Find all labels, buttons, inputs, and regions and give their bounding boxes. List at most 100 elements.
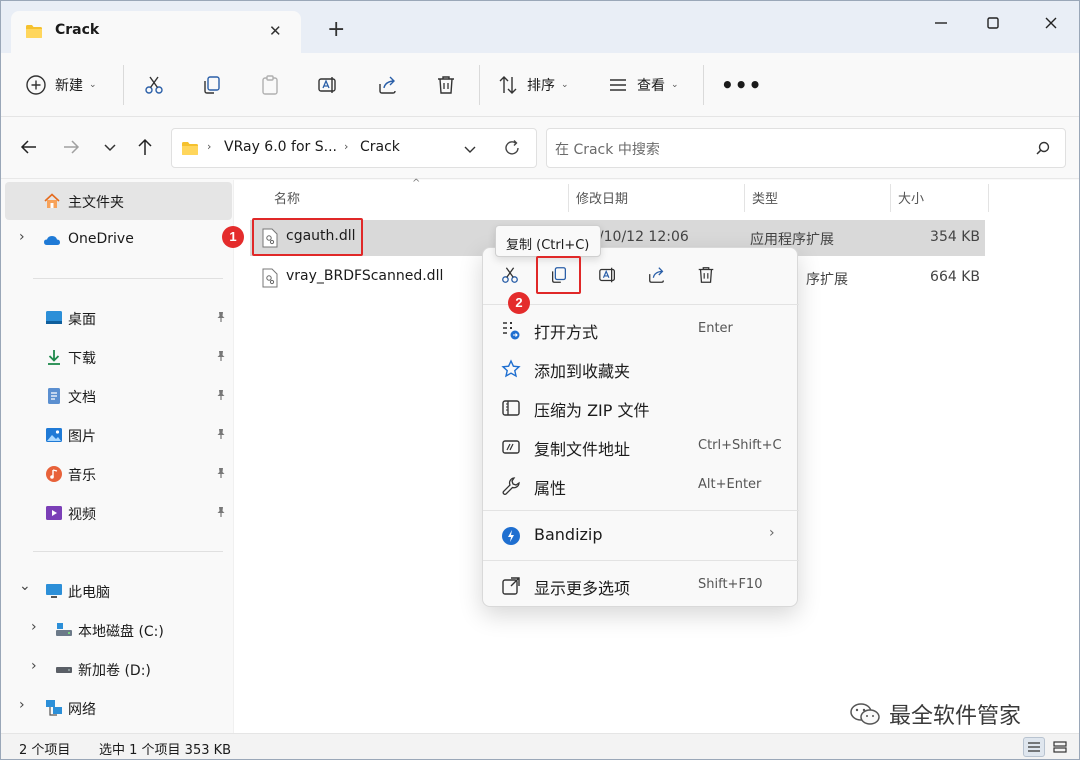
sidebar-label: 文档 (68, 390, 96, 406)
cut-button[interactable] (143, 71, 165, 99)
sidebar-item-drive-c[interactable]: › 本地磁盘 (C:) (1, 611, 233, 649)
chevron-right-icon: › (769, 525, 775, 541)
sort-button[interactable]: 排序 ⌄ (497, 71, 569, 99)
sidebar-item-pictures[interactable]: 图片 (1, 416, 233, 454)
chevron-right-icon[interactable]: › (19, 697, 25, 713)
new-button[interactable]: 新建 ⌄ (25, 71, 97, 99)
maximize-icon[interactable] (981, 11, 1005, 35)
paste-button[interactable] (259, 71, 281, 99)
more-options-button[interactable]: ••• (721, 71, 762, 99)
context-delete-button[interactable] (693, 262, 719, 288)
menu-item-show-more-options[interactable]: 显示更多选项 Shift+F10 (487, 566, 795, 604)
breadcrumb-vray[interactable]: VRay 6.0 for S... (224, 139, 337, 155)
sidebar-item-home[interactable]: 主文件夹 (5, 182, 232, 220)
tiles-view-button[interactable] (1049, 737, 1071, 757)
delete-button[interactable] (435, 71, 457, 99)
star-icon (501, 359, 521, 378)
sidebar-label: 本地磁盘 (C:) (78, 624, 164, 640)
search-box[interactable]: 在 Crack 中搜索 (546, 128, 1066, 168)
pin-icon[interactable] (215, 467, 227, 482)
forward-arrow-icon[interactable] (59, 135, 83, 159)
sidebar-item-onedrive[interactable]: › OneDrive (1, 221, 233, 259)
sidebar-item-desktop[interactable]: 桌面 (1, 299, 233, 337)
sidebar-item-drive-d[interactable]: › 新加卷 (D:) (1, 650, 233, 688)
sidebar-divider (33, 278, 223, 279)
context-rename-button[interactable] (595, 262, 621, 288)
toolbar-divider (703, 65, 704, 105)
minimize-icon[interactable] (929, 11, 953, 35)
address-bar[interactable]: › VRay 6.0 for S... › Crack (171, 128, 537, 168)
recent-locations-icon[interactable] (98, 135, 122, 159)
chevron-right-icon[interactable]: › (31, 619, 37, 635)
breadcrumb-crack[interactable]: Crack (360, 139, 400, 155)
menu-item-add-favorites[interactable]: 添加到收藏夹 (487, 349, 795, 387)
refresh-icon[interactable] (502, 138, 522, 158)
column-header-size[interactable]: 大小 (898, 188, 924, 207)
column-header-date[interactable]: 修改日期 (576, 188, 628, 207)
video-icon (46, 506, 62, 520)
chevron-down-icon[interactable]: ⌄ (19, 578, 31, 594)
sidebar-item-this-pc[interactable]: ⌄ 此电脑 (1, 572, 233, 610)
column-header-type[interactable]: 类型 (752, 188, 778, 207)
address-dropdown-icon[interactable] (462, 141, 478, 157)
context-share-button[interactable] (644, 262, 670, 288)
back-arrow-icon[interactable] (17, 135, 41, 159)
tab-title: Crack (55, 22, 100, 38)
chevron-right-icon[interactable]: › (19, 229, 25, 245)
folder-icon (182, 142, 198, 155)
tab-crack[interactable]: Crack ✕ (11, 11, 301, 53)
menu-item-open-with[interactable]: 打开方式 Enter (487, 310, 795, 348)
details-view-button[interactable] (1023, 737, 1045, 757)
chevron-down-icon: ⌄ (89, 80, 97, 90)
sidebar-item-downloads[interactable]: 下载 (1, 338, 233, 376)
sidebar-item-documents[interactable]: 文档 (1, 377, 233, 415)
sidebar-item-videos[interactable]: 视频 (1, 494, 233, 532)
network-icon (46, 700, 62, 716)
pin-icon[interactable] (215, 350, 227, 365)
search-input[interactable]: 在 Crack 中搜索 (555, 139, 660, 159)
menu-item-label: 复制文件地址 (534, 440, 631, 459)
menu-item-shortcut: Ctrl+Shift+C (698, 438, 782, 453)
rename-button[interactable] (317, 71, 339, 99)
menu-item-label: Bandizip (534, 525, 603, 544)
sidebar-divider (33, 551, 223, 552)
zip-icon (502, 400, 520, 416)
open-with-icon (503, 322, 520, 340)
view-button[interactable]: 查看 ⌄ (607, 71, 679, 99)
sidebar-label: 主文件夹 (68, 195, 124, 211)
column-divider[interactable] (890, 184, 891, 212)
pin-icon[interactable] (215, 506, 227, 521)
step-badge-2: 2 (508, 292, 530, 314)
menu-item-compress-zip[interactable]: 压缩为 ZIP 文件 (487, 388, 795, 426)
sidebar-label: 此电脑 (68, 585, 110, 601)
pin-icon[interactable] (215, 389, 227, 404)
cloud-icon (44, 236, 60, 245)
copy-tooltip: 复制 (Ctrl+C) (495, 225, 601, 257)
column-divider[interactable] (744, 184, 745, 212)
menu-item-copy-path[interactable]: 复制文件地址 Ctrl+Shift+C (487, 427, 795, 465)
menu-item-properties[interactable]: 属性 Alt+Enter (487, 466, 795, 504)
context-cut-button[interactable] (497, 262, 523, 288)
close-window-icon[interactable] (1039, 11, 1063, 35)
bandizip-icon (502, 527, 520, 545)
pin-icon[interactable] (215, 428, 227, 443)
sidebar-item-music[interactable]: 音乐 (1, 455, 233, 493)
wechat-icon (850, 703, 880, 725)
chevron-right-icon[interactable]: › (31, 658, 37, 674)
menu-item-bandizip[interactable]: Bandizip › (487, 516, 795, 554)
menu-item-shortcut: Enter (698, 321, 733, 336)
search-icon[interactable] (1035, 140, 1051, 156)
column-divider[interactable] (988, 184, 989, 212)
up-arrow-icon[interactable] (133, 135, 157, 159)
close-tab-icon[interactable]: ✕ (269, 21, 282, 41)
sidebar-label: 视频 (68, 507, 96, 523)
new-tab-button[interactable]: + (327, 19, 345, 41)
column-divider[interactable] (568, 184, 569, 212)
column-header-name[interactable]: 名称 (274, 188, 300, 207)
sidebar-item-network[interactable]: › 网络 (1, 689, 233, 727)
selection-info: 选中 1 个项目 353 KB (99, 743, 232, 758)
pin-icon[interactable] (215, 311, 227, 326)
share-button[interactable] (377, 71, 399, 99)
copy-button[interactable] (201, 71, 223, 99)
highlight-box-file (252, 218, 363, 256)
